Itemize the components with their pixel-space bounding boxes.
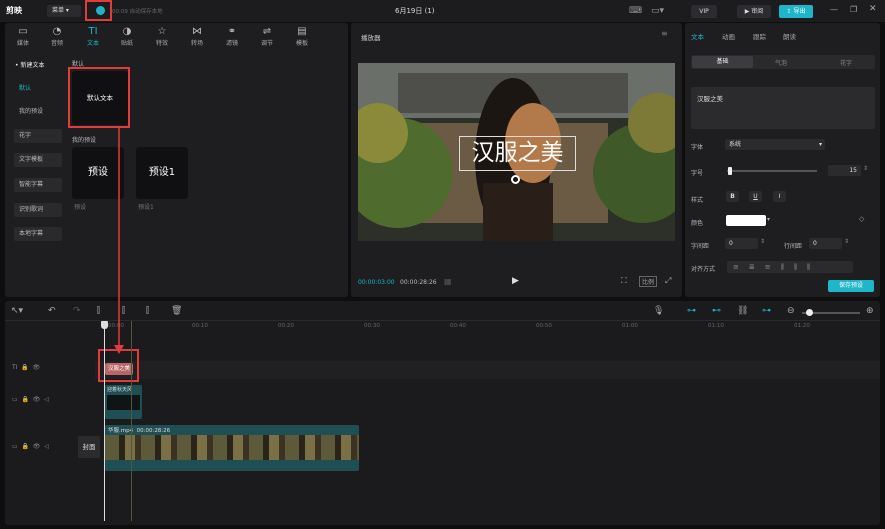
annotation-arrow (114, 128, 124, 354)
